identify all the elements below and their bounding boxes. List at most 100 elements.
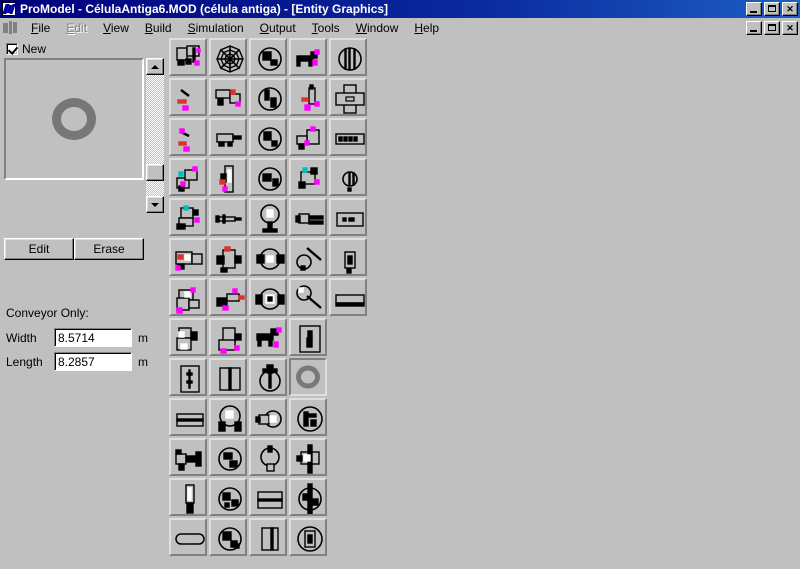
graphic-cell-barrel-capsule[interactable] bbox=[329, 38, 367, 76]
menu-item-file[interactable]: File bbox=[23, 19, 58, 37]
menu-item-window[interactable]: Window bbox=[348, 19, 407, 37]
menu-item-help[interactable]: Help bbox=[406, 19, 447, 37]
graphic-cell-globe-dotted[interactable] bbox=[209, 478, 247, 516]
conveyor-width-input[interactable]: 8.5714 bbox=[54, 328, 132, 347]
graphic-cell-dog-figure[interactable] bbox=[289, 38, 327, 76]
graphic-cell-machine-stack[interactable] bbox=[169, 158, 207, 196]
menu-item-view[interactable]: View bbox=[95, 19, 137, 37]
tray-bin-icon bbox=[335, 294, 365, 307]
graphic-cell-circle-clock[interactable] bbox=[289, 398, 327, 436]
graphic-cell-panel-door[interactable] bbox=[169, 358, 207, 396]
circle-clock-icon bbox=[297, 406, 323, 432]
child-restore-button[interactable] bbox=[764, 21, 780, 35]
graphic-cell-robot-head[interactable] bbox=[169, 198, 207, 236]
close-button[interactable]: ✕ bbox=[782, 2, 798, 16]
graphic-cell-person-placard[interactable] bbox=[289, 318, 327, 356]
graphic-cell-hand-tool[interactable] bbox=[289, 238, 327, 276]
edit-button[interactable]: Edit bbox=[4, 238, 74, 260]
graphic-cell-globe-bracket[interactable] bbox=[209, 398, 247, 436]
graphic-cell-gate-valve[interactable] bbox=[289, 438, 327, 476]
graphic-cell-pill-capsule[interactable] bbox=[329, 158, 367, 196]
globe-wedge-icon bbox=[258, 47, 282, 71]
conveyor-length-input[interactable]: 8.2857 bbox=[54, 352, 132, 371]
graphic-cell-animal-figure[interactable] bbox=[249, 318, 287, 356]
mdi-document-icon[interactable] bbox=[3, 21, 18, 35]
spray-gun-icon bbox=[216, 288, 245, 311]
new-checkbox-label: New bbox=[22, 42, 47, 56]
menu-item-simulation[interactable]: Simulation bbox=[180, 19, 252, 37]
new-checkbox-row[interactable]: New bbox=[6, 42, 46, 56]
graphic-cell-capsule-pair[interactable] bbox=[249, 398, 287, 436]
graphic-cell-spool-winder[interactable] bbox=[249, 238, 287, 276]
graphic-cell-cabinet-unit[interactable] bbox=[169, 278, 207, 316]
graphic-cell-spray-gun[interactable] bbox=[209, 278, 247, 316]
graphic-cell-megaphone[interactable] bbox=[169, 438, 207, 476]
menu-item-help-label: elp bbox=[423, 21, 440, 35]
tool-brush-icon bbox=[178, 128, 190, 152]
graphic-cell-card-reader[interactable] bbox=[329, 198, 367, 236]
chevron-up-icon bbox=[151, 64, 159, 69]
graphic-cell-gray-ring-graphic[interactable] bbox=[289, 358, 327, 396]
dog-figure-icon bbox=[296, 49, 320, 67]
graphic-cell-motor-rotor[interactable] bbox=[249, 278, 287, 316]
graphic-cell-machine-arm[interactable] bbox=[289, 158, 327, 196]
minimize-button[interactable] bbox=[746, 2, 762, 16]
preview-scrollbar[interactable] bbox=[146, 58, 164, 213]
graphic-cell-press-machine[interactable] bbox=[209, 238, 247, 276]
graphic-cell-tool-wrench[interactable] bbox=[169, 78, 207, 116]
graphic-cell-rack-unit[interactable] bbox=[169, 318, 207, 356]
child-close-button[interactable]: ✕ bbox=[782, 21, 798, 35]
graphic-cell-spindle-valve[interactable] bbox=[289, 478, 327, 516]
graphic-cell-label-plate[interactable] bbox=[329, 118, 367, 156]
graphic-cell-oval-tray[interactable] bbox=[169, 518, 207, 556]
new-checkbox[interactable] bbox=[6, 43, 18, 55]
graphic-cell-control-panel[interactable] bbox=[169, 238, 207, 276]
graphic-cell-robot-column[interactable] bbox=[209, 318, 247, 356]
globe-bracket-icon bbox=[218, 405, 242, 432]
graphic-cell-box-layers[interactable] bbox=[249, 478, 287, 516]
graphic-cell-globe-swirl[interactable] bbox=[209, 438, 247, 476]
restore-button[interactable] bbox=[764, 2, 780, 16]
graphic-cell-globe-quarter[interactable] bbox=[249, 158, 287, 196]
menu-item-output[interactable]: Output bbox=[252, 19, 304, 37]
graphic-cell-bottle-tool[interactable] bbox=[289, 78, 327, 116]
promodel-icon bbox=[2, 2, 16, 16]
graphic-cell-tool-brush[interactable] bbox=[169, 118, 207, 156]
graphic-cell-magnifier-tool[interactable] bbox=[289, 278, 327, 316]
graphic-cell-double-door[interactable] bbox=[209, 358, 247, 396]
graphic-cell-globe-cut[interactable] bbox=[249, 118, 287, 156]
scroll-thumb[interactable] bbox=[146, 164, 164, 181]
graphic-cell-small-switch[interactable] bbox=[329, 238, 367, 276]
graphic-preview-pane[interactable] bbox=[4, 58, 144, 180]
erase-button[interactable]: Erase bbox=[74, 238, 144, 260]
graphic-cell-forklift-truck[interactable] bbox=[169, 38, 207, 76]
graphic-cell-globe-split[interactable] bbox=[249, 78, 287, 116]
graphic-cell-cross-pallet[interactable] bbox=[329, 78, 367, 116]
graphic-cell-balloon-valve[interactable] bbox=[249, 358, 287, 396]
menu-item-build[interactable]: Build bbox=[137, 19, 180, 37]
graphic-cell-two-drawer[interactable] bbox=[169, 398, 207, 436]
graphic-cell-fan-tower[interactable] bbox=[249, 198, 287, 236]
robot-column-icon bbox=[218, 327, 242, 354]
menu-item-edit[interactable]: Edit bbox=[58, 19, 95, 37]
scroll-down-button[interactable] bbox=[146, 196, 164, 213]
graphic-cell-machine-cluster[interactable] bbox=[209, 78, 247, 116]
graphic-cell-knife-blade[interactable] bbox=[169, 478, 207, 516]
graphic-cell-globe-wedge[interactable] bbox=[249, 38, 287, 76]
globe-swirl-icon bbox=[218, 447, 242, 471]
graphic-cell-globe-arrow[interactable] bbox=[209, 518, 247, 556]
graphic-cell-circle-gauge[interactable] bbox=[289, 518, 327, 556]
graphic-cell-spider-web[interactable] bbox=[209, 38, 247, 76]
graphic-cell-tray-bin[interactable] bbox=[329, 278, 367, 316]
menu-item-tools[interactable]: Tools bbox=[304, 19, 348, 37]
graphic-cell-conveyor-feeder[interactable] bbox=[209, 118, 247, 156]
graphic-cell-light-bulb[interactable] bbox=[249, 438, 287, 476]
scroll-up-button[interactable] bbox=[146, 58, 164, 75]
graphic-cell-book-box[interactable] bbox=[249, 518, 287, 556]
tool-wrench-icon bbox=[177, 89, 190, 111]
graphic-cell-workstation-box[interactable] bbox=[289, 118, 327, 156]
graphic-cell-tall-cabinet[interactable] bbox=[209, 158, 247, 196]
graphic-cell-clamp-tool[interactable] bbox=[289, 198, 327, 236]
graphic-cell-syringe[interactable] bbox=[209, 198, 247, 236]
child-minimize-button[interactable] bbox=[746, 21, 762, 35]
